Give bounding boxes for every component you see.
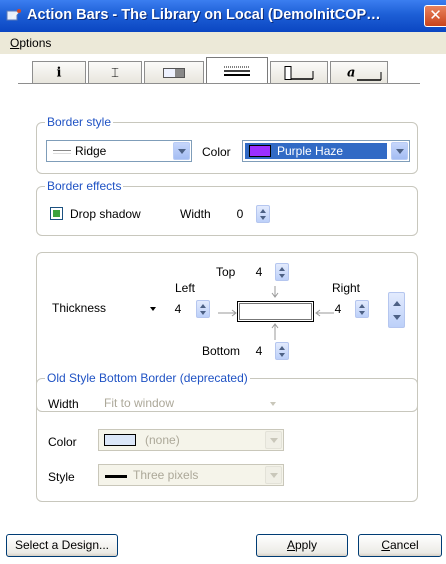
chevron-down-icon[interactable] xyxy=(265,466,282,484)
right-label: Right xyxy=(332,281,361,295)
top-label: Top xyxy=(216,265,236,279)
old-color-value: (none) xyxy=(145,433,180,447)
left-spinner[interactable] xyxy=(196,300,210,318)
bottom-spinner[interactable] xyxy=(275,342,289,360)
line-style-icon xyxy=(105,475,127,478)
old-width-value: Fit to window xyxy=(104,396,175,410)
thickness-mode-value: Thickness xyxy=(52,301,107,315)
border-style-value: Ridge xyxy=(53,144,106,158)
bottom-icon xyxy=(284,65,314,80)
tab-bottom[interactable] xyxy=(270,61,328,83)
border-effects-legend: Border effects xyxy=(45,179,124,193)
spin-down-icon xyxy=(279,353,285,357)
thickness-diagram xyxy=(218,286,334,340)
title-bar[interactable]: Action Bars - The Library on Local (Demo… xyxy=(0,0,446,32)
cancel-mnemonic: C xyxy=(381,538,390,552)
apply-label: pply xyxy=(295,538,318,552)
old-color-swatch xyxy=(104,434,136,446)
chevron-down-icon[interactable] xyxy=(270,402,276,406)
close-icon: ✕ xyxy=(429,7,442,24)
apply-mnemonic: A xyxy=(286,538,295,552)
top-input[interactable]: 4 xyxy=(251,263,267,281)
spin-up-icon xyxy=(279,267,285,271)
spin-up-icon xyxy=(393,301,401,306)
left-input[interactable]: 4 xyxy=(170,300,186,318)
old-border-legend: Old Style Bottom Border (deprecated) xyxy=(45,371,250,385)
drop-shadow-checkbox[interactable] xyxy=(50,207,63,220)
left-label: Left xyxy=(175,281,196,295)
shadow-width-spinner[interactable] xyxy=(256,205,270,223)
chevron-down-icon[interactable] xyxy=(265,431,282,449)
color-swatch xyxy=(249,145,271,157)
spin-down-icon xyxy=(260,216,266,220)
spin-down-icon xyxy=(279,274,285,278)
apply-button[interactable]: Apply xyxy=(256,534,348,557)
old-color-select[interactable]: (none) xyxy=(98,429,284,451)
info-icon: i xyxy=(56,65,62,80)
old-style-label: Style xyxy=(48,470,75,484)
dialog-window: Action Bars - The Library on Local (Demo… xyxy=(0,0,446,564)
text-underline-icon xyxy=(357,72,382,81)
top-spinner[interactable] xyxy=(275,263,289,281)
height-icon: ⌶ xyxy=(111,64,119,80)
old-width-select[interactable]: Fit to window xyxy=(98,393,284,415)
border-color-value: Purple Haze xyxy=(277,144,344,158)
cancel-button[interactable]: Cancel xyxy=(358,534,442,557)
menu-options-label: ptions xyxy=(19,36,52,50)
tab-info[interactable]: i xyxy=(32,61,86,83)
border-icon xyxy=(224,66,250,76)
spin-up-icon xyxy=(279,346,285,350)
chevron-down-icon[interactable] xyxy=(173,142,190,160)
color-label: Color xyxy=(202,145,231,159)
chevron-down-icon[interactable] xyxy=(150,307,156,311)
tab-fill[interactable] xyxy=(144,61,204,83)
tab-border[interactable] xyxy=(206,57,268,84)
shadow-width-label: Width xyxy=(180,207,211,221)
drop-shadow-label: Drop shadow xyxy=(70,207,141,221)
old-width-label: Width xyxy=(48,397,79,411)
all-sides-spinner[interactable] xyxy=(388,292,405,328)
spin-down-icon xyxy=(359,311,365,315)
border-style-legend: Border style xyxy=(45,115,114,129)
tab-baseline xyxy=(18,83,420,84)
bottom-input[interactable]: 4 xyxy=(251,342,267,360)
tab-height[interactable]: ⌶ xyxy=(88,61,142,83)
spin-down-icon xyxy=(393,315,401,320)
select-design-label: Select a Design... xyxy=(14,538,110,552)
select-design-button[interactable]: Select a Design... xyxy=(6,534,118,557)
spin-up-icon xyxy=(359,304,365,308)
spin-down-icon xyxy=(200,311,206,315)
window-title: Action Bars - The Library on Local (Demo… xyxy=(27,7,381,23)
spin-up-icon xyxy=(260,209,266,213)
shadow-width-input[interactable]: 0 xyxy=(232,205,248,223)
old-style-select[interactable]: Three pixels xyxy=(98,464,284,486)
old-style-value: Three pixels xyxy=(133,468,199,482)
right-spinner[interactable] xyxy=(355,300,369,318)
menu-bar: Options xyxy=(0,32,446,54)
cancel-label: ancel xyxy=(389,538,419,552)
border-style-select[interactable]: Ridge xyxy=(46,140,192,162)
thickness-mode-select[interactable]: Thickness xyxy=(46,298,162,320)
fill-icon xyxy=(163,67,185,78)
close-button[interactable]: ✕ xyxy=(424,5,446,27)
right-input[interactable]: 4 xyxy=(330,300,346,318)
old-color-label: Color xyxy=(48,435,77,449)
app-icon xyxy=(6,9,21,21)
chevron-down-icon[interactable] xyxy=(391,142,408,160)
tab-text[interactable]: a xyxy=(330,61,388,83)
bottom-label: Bottom xyxy=(202,344,241,358)
menu-options-mnemonic: O xyxy=(10,36,20,50)
border-color-select[interactable]: Purple Haze xyxy=(242,140,410,162)
menu-options[interactable]: Options xyxy=(10,36,51,50)
client-area: i ⌶ a Border style Ridge Color Purple Ha… xyxy=(0,54,446,564)
spin-up-icon xyxy=(200,304,206,308)
tab-strip: i ⌶ a xyxy=(18,54,420,84)
